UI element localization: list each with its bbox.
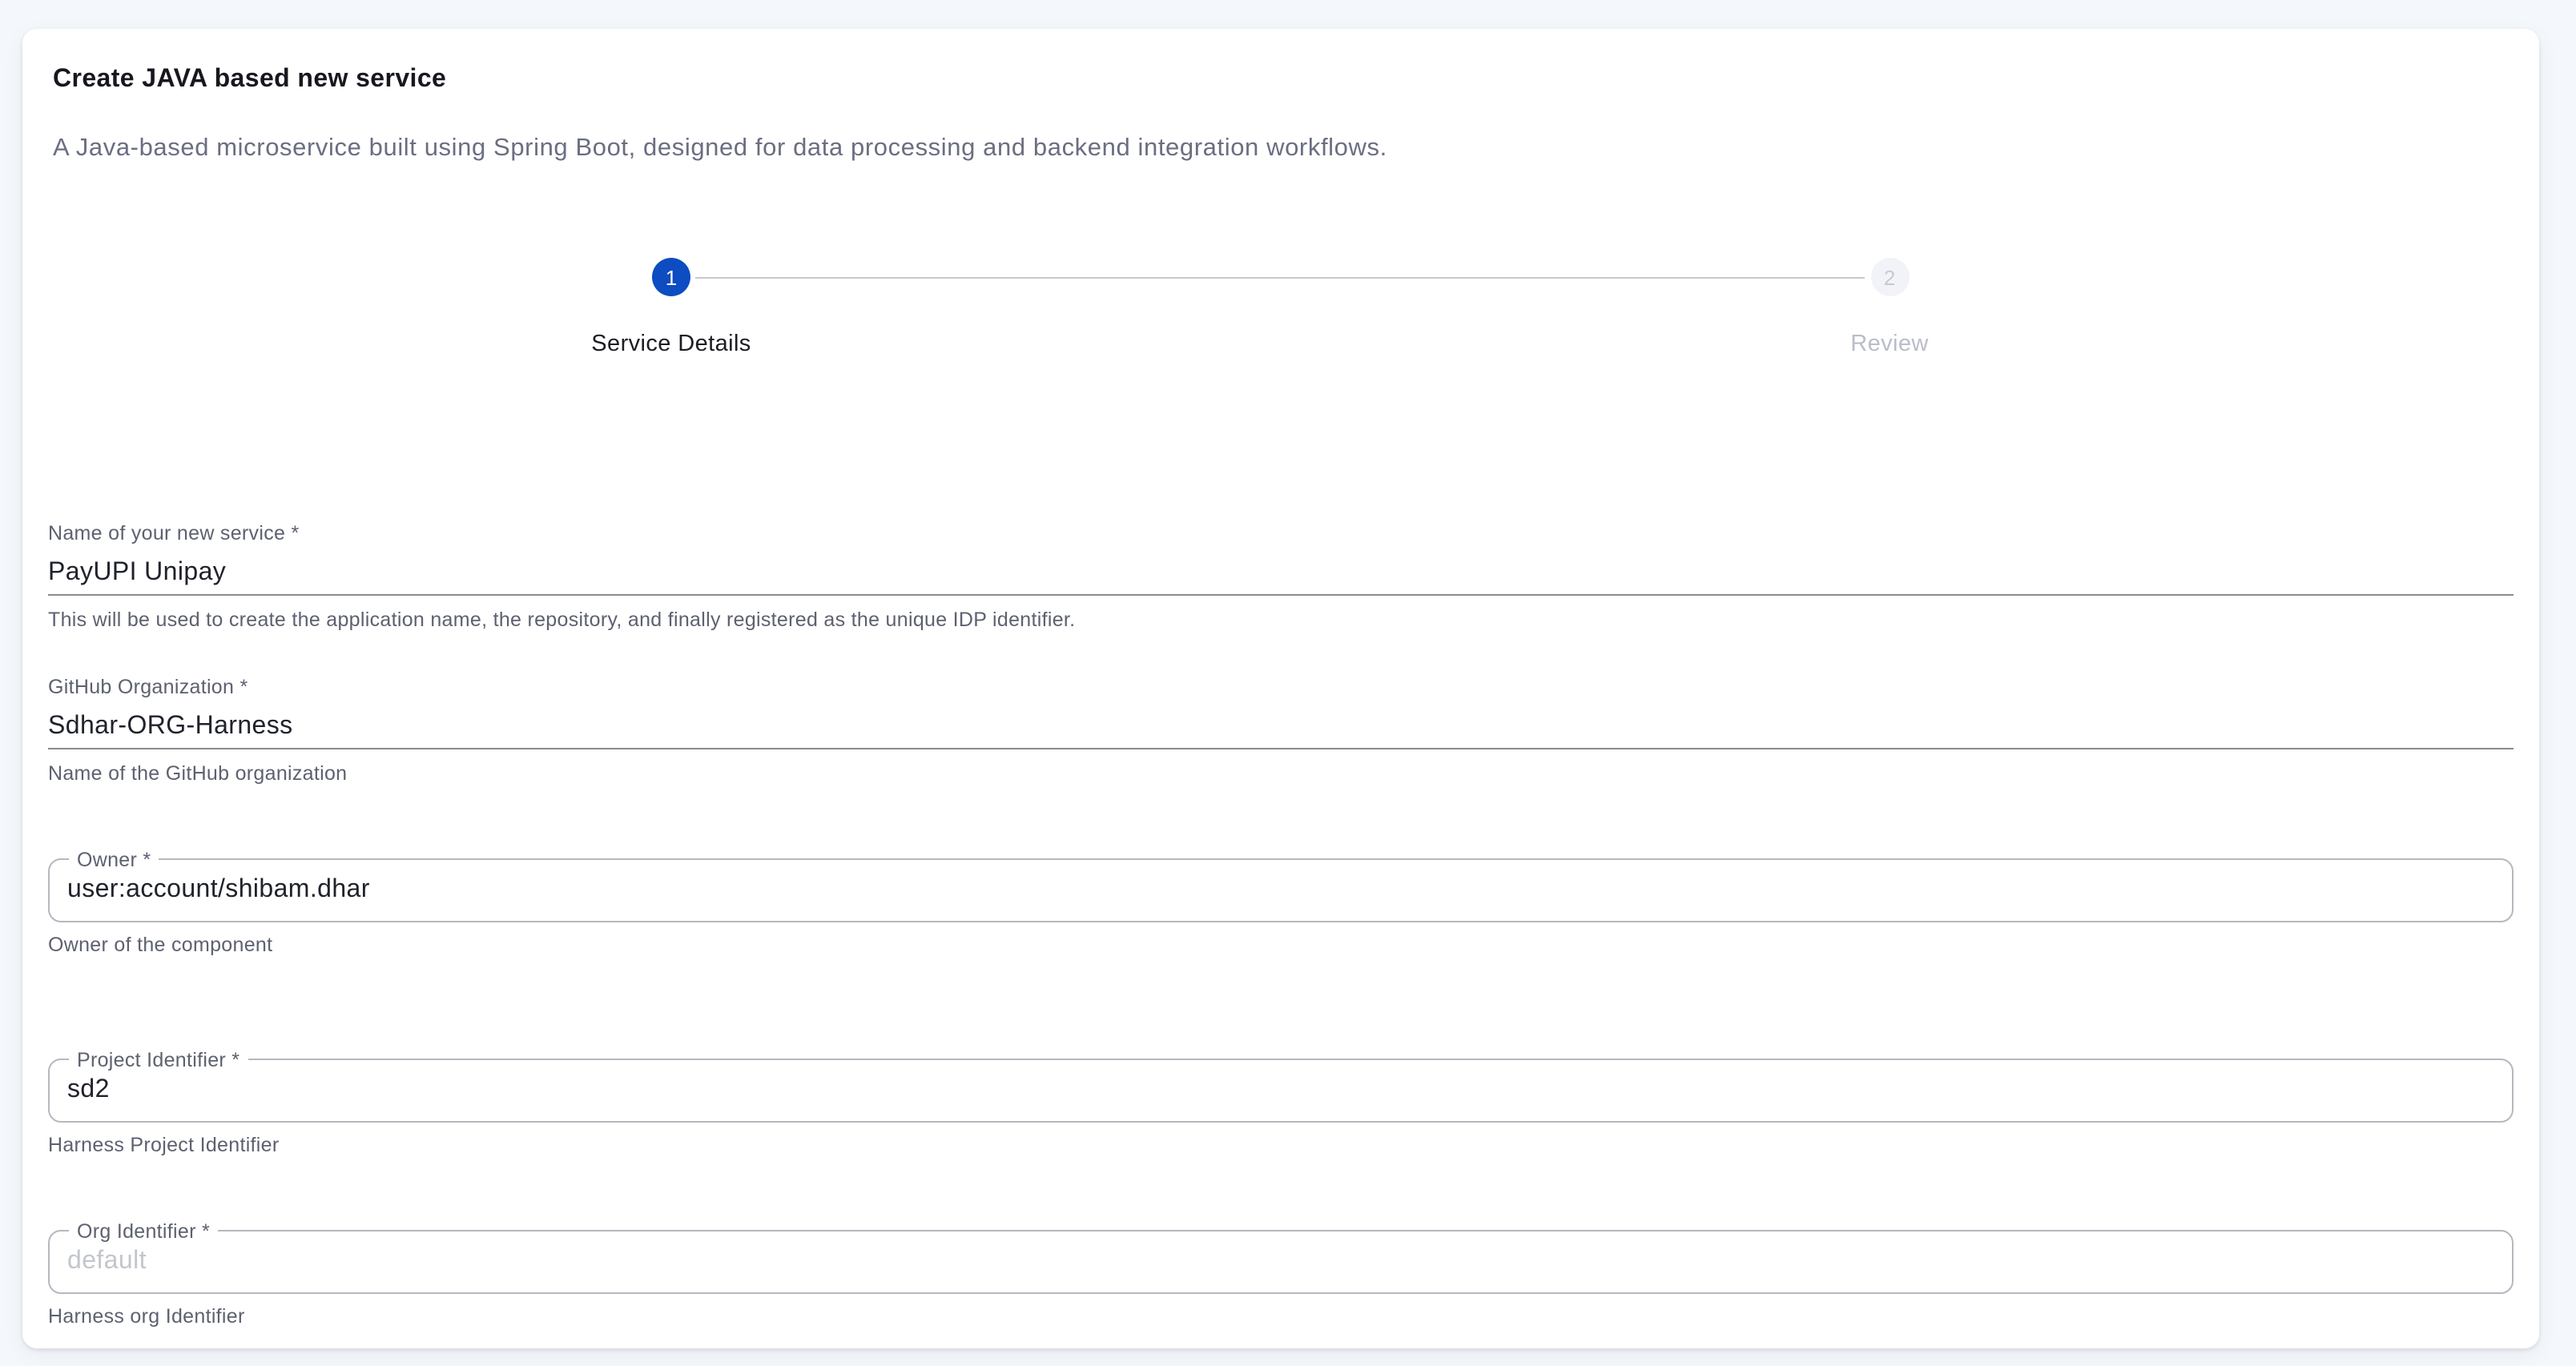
- service-name-label: Name of your new service *: [48, 519, 2514, 548]
- project-identifier-field-box: Project Identifier *: [48, 1059, 2514, 1123]
- service-name-underline: [48, 556, 2514, 596]
- github-org-input[interactable]: [48, 709, 2514, 748]
- step-connector: [695, 276, 1865, 278]
- field-group-owner: Owner * Owner of the component: [48, 858, 2514, 959]
- page-description: A Java-based microservice built using Sp…: [53, 130, 2514, 167]
- step-1-badge: 1: [652, 258, 690, 296]
- org-identifier-helper: Harness org Identifier: [48, 1302, 2514, 1331]
- github-org-helper: Name of the GitHub organization: [48, 759, 2514, 788]
- page-background: Create JAVA based new service A Java-bas…: [0, 0, 2576, 1366]
- github-org-underline: [48, 709, 2514, 749]
- step-1-label: Service Details: [591, 328, 751, 360]
- owner-label: Owner *: [69, 845, 159, 874]
- step-1-number: 1: [666, 267, 677, 287]
- service-name-input[interactable]: [48, 556, 2514, 594]
- field-group-service-name: Name of your new service * This will be …: [48, 519, 2514, 634]
- owner-helper: Owner of the component: [48, 930, 2514, 959]
- field-group-github-org: GitHub Organization * Name of the GitHub…: [48, 673, 2514, 788]
- service-name-helper: This will be used to create the applicat…: [48, 605, 2514, 634]
- org-identifier-input[interactable]: [67, 1231, 2494, 1292]
- field-group-org-identifier: Org Identifier * Harness org Identifier: [48, 1230, 2514, 1331]
- org-identifier-field-box: Org Identifier *: [48, 1230, 2514, 1294]
- step-2-number: 2: [1884, 267, 1895, 287]
- scaffolder-card: Create JAVA based new service A Java-bas…: [22, 29, 2539, 1348]
- project-identifier-input[interactable]: [67, 1060, 2494, 1121]
- project-identifier-helper: Harness Project Identifier: [48, 1131, 2514, 1159]
- github-org-label: GitHub Organization *: [48, 673, 2514, 701]
- step-2-badge: 2: [1870, 258, 1909, 296]
- org-identifier-label: Org Identifier *: [69, 1216, 218, 1245]
- page-title: Create JAVA based new service: [53, 61, 2514, 99]
- service-details-form: Name of your new service * This will be …: [48, 519, 2514, 1331]
- field-group-project-identifier: Project Identifier * Harness Project Ide…: [48, 1059, 2514, 1159]
- wizard-stepper: 1 2 Service Details Review: [48, 258, 2514, 380]
- step-2-label: Review: [1850, 328, 1929, 360]
- project-identifier-label: Project Identifier *: [69, 1045, 248, 1074]
- owner-input[interactable]: [67, 860, 2494, 921]
- owner-field-box: Owner *: [48, 858, 2514, 922]
